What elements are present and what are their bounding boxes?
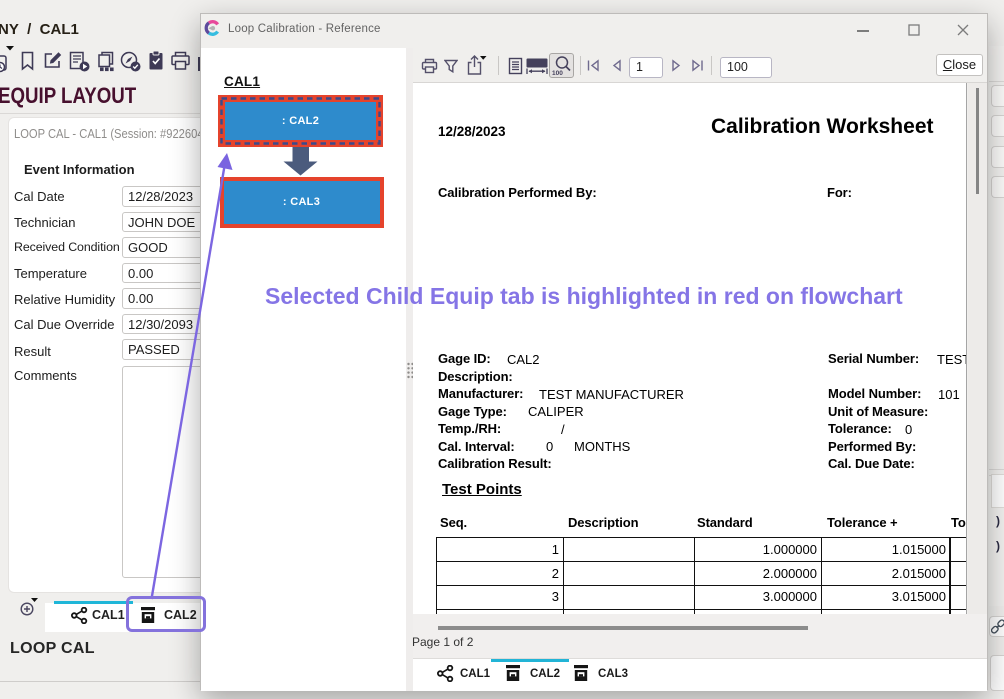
- svg-text:100: 100: [552, 70, 563, 76]
